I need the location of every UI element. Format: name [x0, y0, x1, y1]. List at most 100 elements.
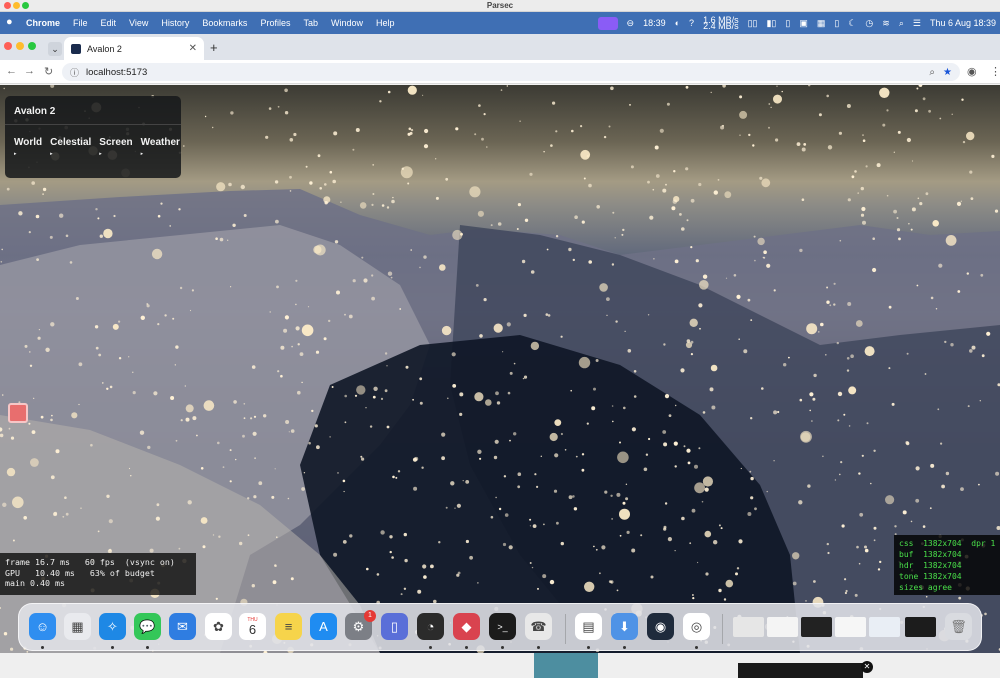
webgl-viewport[interactable]: Avalon 2 World ▸ Celestial ▸ Screen ▸ Weath…: [0, 85, 1000, 653]
tab-close-icon[interactable]: ✕: [189, 43, 197, 54]
link-status-icon[interactable]: ⊖: [627, 18, 635, 29]
url-text[interactable]: localhost:5173: [86, 67, 147, 78]
snowflake: [896, 228, 901, 232]
app-store-icon[interactable]: A: [310, 613, 337, 640]
snowflake: [421, 466, 424, 469]
notes-icon[interactable]: ≡: [275, 613, 302, 640]
launchpad-icon[interactable]: ▦: [64, 613, 91, 640]
menu-file[interactable]: File: [73, 18, 88, 28]
terminal-icon[interactable]: >_: [489, 613, 516, 640]
floating-extension-icon[interactable]: [8, 403, 28, 423]
chrome-minimize-button[interactable]: [16, 42, 24, 50]
mobile-icon[interactable]: ▯: [834, 18, 839, 29]
mail-icon[interactable]: ✉: [169, 613, 196, 640]
profile-icon[interactable]: ◉: [967, 65, 977, 78]
cpu-meter-icon[interactable]: ▯▯: [748, 18, 758, 29]
snowflake: [690, 198, 695, 203]
menu-window[interactable]: Window: [331, 18, 363, 28]
snowflake: [423, 255, 427, 259]
apple-menu-icon[interactable]: ●: [6, 16, 13, 28]
wifi-icon[interactable]: ≋: [882, 18, 890, 29]
minimized-window-thumbnail[interactable]: [733, 617, 764, 637]
preview-icon[interactable]: ▤: [575, 613, 602, 640]
chrome-close-button[interactable]: [4, 42, 12, 50]
omnibox[interactable]: ⓘ localhost:5173 ⌕ ★: [62, 63, 960, 81]
minimized-window-thumbnail[interactable]: [869, 617, 900, 637]
spotlight-icon[interactable]: ⌕: [899, 18, 904, 29]
panel-tab-screen[interactable]: Screen ▸: [99, 137, 132, 157]
menu-datetime[interactable]: Thu 6 Aug 18:39: [930, 18, 996, 28]
snowflake: [192, 416, 197, 421]
system-settings-icon[interactable]: ⚙ 1: [345, 610, 376, 640]
minimized-window-thumbnail[interactable]: [801, 617, 832, 637]
snowflake: [95, 208, 98, 211]
screen-share-status-icon[interactable]: [597, 16, 618, 30]
new-tab-plus-icon[interactable]: +: [210, 40, 218, 55]
snowflake: [212, 126, 214, 129]
snowflake: [50, 322, 55, 327]
panel-tab-weather[interactable]: Weather ▸: [141, 137, 180, 157]
tab-avalon[interactable]: Avalon 2 ✕: [64, 37, 204, 60]
menu-view[interactable]: View: [129, 18, 148, 28]
snowflake: [575, 455, 578, 458]
minimized-window-thumbnail[interactable]: [835, 617, 866, 637]
snowflake: [439, 264, 446, 271]
menu-tab[interactable]: Tab: [303, 18, 318, 28]
snowflake: [553, 489, 558, 493]
menu-app-name[interactable]: Chrome: [26, 18, 60, 28]
help-status-icon[interactable]: ?: [689, 18, 694, 28]
blender-icon[interactable]: ◉: [647, 613, 674, 640]
speedometer-icon[interactable]: ◔: [417, 613, 444, 640]
menu-edit[interactable]: Edit: [101, 18, 117, 28]
safari-icon[interactable]: ✧: [99, 613, 126, 640]
zoom-icon[interactable]: ⌕: [929, 67, 935, 78]
snowflake: [447, 397, 449, 400]
snowflake: [683, 445, 686, 448]
screenshot-icon[interactable]: ▦: [817, 18, 826, 29]
moon-icon[interactable]: ☾: [848, 18, 856, 29]
tab-search-chevron-icon[interactable]: ⌄: [48, 42, 62, 56]
back-arrow-icon[interactable]: ←: [6, 65, 17, 77]
status-clock[interactable]: 18:39: [643, 18, 666, 28]
snowflake: [555, 130, 558, 133]
snowflake: [98, 353, 102, 357]
memory-meter-icon[interactable]: ▮▯: [766, 18, 776, 29]
kebab-menu-icon[interactable]: ⋮: [990, 65, 1000, 78]
control-center-icon[interactable]: ☰: [913, 18, 921, 29]
updater-icon[interactable]: ⬇: [611, 613, 638, 640]
chrome-zoom-button[interactable]: [28, 42, 36, 50]
bookmark-star-icon[interactable]: ★: [943, 67, 952, 78]
messages-icon[interactable]: 💬: [134, 613, 161, 640]
code-editor-icon[interactable]: ◆: [453, 613, 480, 640]
clipboard-icon[interactable]: ▣: [799, 18, 808, 29]
snowflake: [172, 317, 175, 320]
snowflake: [701, 500, 704, 503]
chrome-icon[interactable]: ◎: [683, 613, 710, 640]
site-info-icon[interactable]: ⓘ: [70, 66, 79, 79]
menu-help[interactable]: Help: [376, 18, 395, 28]
finder-icon[interactable]: ☺: [29, 613, 56, 640]
panel-tab-world[interactable]: World ▸: [14, 137, 42, 157]
panel-tab-celestial[interactable]: Celestial ▸: [50, 137, 91, 157]
forward-arrow-icon[interactable]: →: [24, 65, 35, 77]
minimized-window-thumbnail[interactable]: [905, 617, 936, 637]
phone-icon[interactable]: ☎: [525, 613, 552, 640]
snowflake: [611, 263, 615, 266]
photos-icon[interactable]: ✿: [205, 613, 232, 640]
simulator-icon[interactable]: ▯: [381, 613, 408, 640]
menu-history[interactable]: History: [161, 18, 189, 28]
minimized-window-thumbnail[interactable]: [767, 617, 798, 637]
display-icon[interactable]: ▯: [785, 18, 790, 29]
menu-bookmarks[interactable]: Bookmarks: [202, 18, 247, 28]
snowflake: [616, 589, 619, 592]
time-machine-icon[interactable]: ◷: [865, 18, 873, 29]
snowflake: [457, 571, 461, 575]
calendar-icon[interactable]: THU 6: [239, 613, 266, 640]
amphetamine-icon[interactable]: ◐: [675, 18, 680, 28]
menu-profiles[interactable]: Profiles: [260, 18, 290, 28]
trash-icon[interactable]: 🗑: [945, 613, 972, 640]
preview-close-icon[interactable]: ✕: [861, 661, 873, 673]
network-speed[interactable]: 1.6 MB/s 2.4 MB/s: [703, 16, 739, 31]
reload-icon[interactable]: ↻: [44, 65, 53, 78]
snowflake: [584, 581, 595, 592]
